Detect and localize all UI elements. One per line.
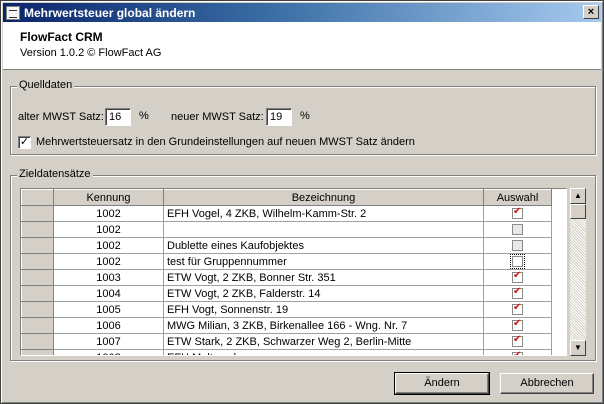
row-header-cell[interactable] [21, 205, 54, 222]
cancel-button[interactable]: Abbrechen [500, 373, 594, 394]
row-header-cell[interactable] [21, 333, 54, 350]
table-row[interactable]: 1002 test für Gruppennummer [21, 253, 552, 270]
auswahl-cell[interactable] [483, 269, 552, 286]
kennung-cell[interactable]: 1006 [53, 317, 164, 334]
bezeichnung-cell[interactable] [163, 221, 484, 238]
auswahl-cell[interactable] [483, 285, 552, 302]
row-header-cell[interactable] [21, 285, 54, 302]
bezeichnung-cell[interactable]: ETW Vogt, 2 ZKB, Falderstr. 14 [163, 285, 484, 302]
table-row[interactable]: 1005 EFH Vogt, Sonnenstr. 19 [21, 301, 552, 318]
row-header-cell[interactable] [21, 317, 54, 334]
target-legend: Zieldatensätze [17, 168, 93, 180]
old-vat-unit: % [139, 110, 149, 122]
new-vat-unit: % [300, 110, 310, 122]
new-vat-label: neuer MWST Satz: [171, 111, 264, 123]
table-row[interactable]: 1008EFH Meltmeck [21, 349, 552, 355]
kennung-cell[interactable]: 1002 [53, 221, 164, 238]
bezeichnung-cell[interactable]: ETW Stark, 2 ZKB, Schwarzer Weg 2, Berli… [163, 333, 484, 350]
select-checkbox[interactable] [512, 270, 523, 284]
table-row[interactable]: 1002 [21, 221, 552, 238]
bezeichnung-cell[interactable]: EFH Meltmeck [163, 349, 484, 355]
bezeichnung-cell[interactable]: ETW Vogt, 2 ZKB, Bonner Str. 351 [163, 269, 484, 286]
old-vat-label: alter MWST Satz: [18, 111, 104, 123]
kennung-cell[interactable]: 1002 [53, 253, 164, 270]
app-version: Version 1.0.2 © FlowFact AG [20, 47, 162, 59]
kennung-cell[interactable]: 1005 [53, 301, 164, 318]
select-checkbox[interactable] [512, 224, 523, 236]
app-icon [6, 5, 20, 20]
kennung-cell[interactable]: 1002 [53, 205, 164, 222]
bezeichnung-cell[interactable]: Dublette eines Kaufobjektes [163, 237, 484, 254]
select-checkbox[interactable] [512, 206, 523, 220]
kennung-cell[interactable]: 1004 [53, 285, 164, 302]
old-vat-input[interactable] [105, 108, 131, 126]
row-header-cell[interactable] [21, 237, 54, 254]
row-header-cell[interactable] [21, 349, 54, 355]
auswahl-cell[interactable] [483, 237, 552, 254]
kennung-cell[interactable]: 1003 [53, 269, 164, 286]
table-row[interactable]: 1002 Dublette eines Kaufobjektes [21, 237, 552, 254]
apply-button[interactable]: Ändern [394, 372, 490, 395]
row-header-cell[interactable] [21, 221, 54, 238]
target-group: Zieldatensätze Kennung Bezeichnung Auswa… [10, 168, 596, 361]
close-button[interactable]: × [583, 5, 599, 19]
auswahl-cell[interactable] [483, 301, 552, 318]
header-panel: FlowFact CRM Version 1.0.2 © FlowFact AG [3, 22, 601, 70]
select-checkbox[interactable] [512, 302, 523, 316]
kennung-cell[interactable]: 1008 [53, 349, 164, 355]
dialog-window: Mehrwertsteuer global ändern × FlowFact … [0, 0, 604, 404]
row-header-cell[interactable] [21, 269, 54, 286]
scroll-down-button[interactable]: ▼ [570, 340, 586, 356]
bezeichnung-cell[interactable]: MWG Milian, 3 ZKB, Birkenallee 166 - Wng… [163, 317, 484, 334]
column-header-kennung[interactable]: Kennung [53, 189, 164, 206]
bezeichnung-cell[interactable]: test für Gruppennummer [163, 253, 484, 270]
vertical-scrollbar[interactable]: ▲ ▼ [570, 188, 586, 356]
auswahl-cell[interactable] [483, 333, 552, 350]
select-checkbox[interactable] [510, 254, 525, 269]
row-header-cell[interactable] [21, 253, 54, 270]
select-checkbox[interactable] [512, 334, 523, 348]
grid-header-row: Kennung Bezeichnung Auswahl [21, 189, 552, 206]
kennung-cell[interactable]: 1002 [53, 237, 164, 254]
app-name: FlowFact CRM [20, 30, 103, 44]
table-row[interactable]: 1004 ETW Vogt, 2 ZKB, Falderstr. 14 [21, 285, 552, 302]
scroll-up-button[interactable]: ▲ [570, 188, 586, 204]
select-checkbox[interactable] [512, 240, 523, 252]
source-group: Quelldaten alter MWST Satz: % neuer MWST… [10, 79, 596, 155]
row-header-cell[interactable] [21, 301, 54, 318]
bezeichnung-cell[interactable]: EFH Vogt, Sonnenstr. 19 [163, 301, 484, 318]
column-header-bezeichnung[interactable]: Bezeichnung [163, 189, 484, 206]
auswahl-cell[interactable] [483, 253, 552, 270]
column-header-auswahl[interactable]: Auswahl [483, 189, 552, 206]
select-checkbox[interactable] [512, 350, 523, 355]
select-checkbox[interactable] [512, 318, 523, 332]
table-row[interactable]: 1007 ETW Stark, 2 ZKB, Schwarzer Weg 2, B… [21, 333, 552, 350]
new-vat-input[interactable] [266, 108, 292, 126]
grid-corner-cell[interactable] [21, 189, 54, 206]
apply-default-checkbox[interactable]: ✓ [18, 136, 31, 149]
auswahl-cell[interactable] [483, 205, 552, 222]
apply-default-label[interactable]: Mehrwertsteuersatz in den Grundeinstellu… [36, 136, 415, 148]
kennung-cell[interactable]: 1007 [53, 333, 164, 350]
auswahl-cell[interactable] [483, 221, 552, 238]
select-checkbox[interactable] [512, 286, 523, 300]
table-row[interactable]: 1002 EFH Vogel, 4 ZKB, Wilhelm-Kamm-Str. … [21, 205, 552, 222]
table-row[interactable]: 1003 ETW Vogt, 2 ZKB, Bonner Str. 351 [21, 269, 552, 286]
window-title: Mehrwertsteuer global ändern [24, 5, 196, 20]
records-grid: Kennung Bezeichnung Auswahl 1002 EFH Voge… [20, 188, 567, 356]
auswahl-cell[interactable] [483, 317, 552, 334]
auswahl-cell[interactable] [483, 349, 552, 355]
bezeichnung-cell[interactable]: EFH Vogel, 4 ZKB, Wilhelm-Kamm-Str. 2 [163, 205, 484, 222]
title-bar[interactable]: Mehrwertsteuer global ändern × [3, 3, 601, 22]
scroll-thumb[interactable] [570, 204, 586, 219]
source-legend: Quelldaten [17, 79, 75, 91]
table-row[interactable]: 1006 MWG Milian, 3 ZKB, Birkenallee 166 -… [21, 317, 552, 334]
